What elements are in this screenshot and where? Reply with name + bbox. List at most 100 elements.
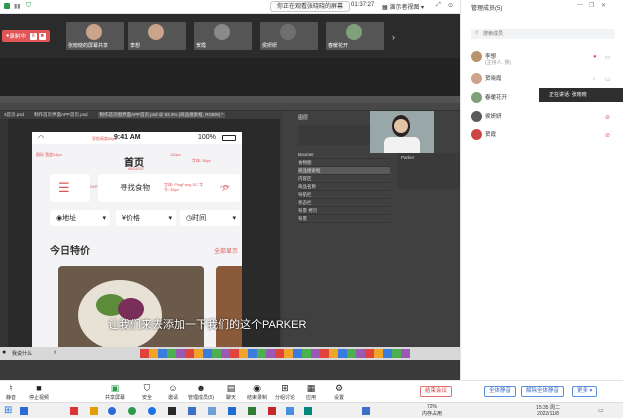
taskbar-app-icon[interactable] [362, 407, 370, 415]
filter-price-dropdown[interactable]: ¥ 价格 ▾ [116, 210, 176, 226]
layer-row[interactable]: 背景 [298, 215, 390, 223]
breakout-rooms-button[interactable]: ⊞ 分组讨论 [272, 383, 298, 401]
layer-row[interactable]: 食物图 [298, 159, 390, 167]
food-card[interactable] [216, 266, 242, 347]
layer-row[interactable]: 导航栏 [298, 191, 390, 199]
video-tile[interactable]: 张晓晓的屏幕共享 [66, 22, 124, 50]
chat-icon: ▤ [226, 383, 236, 393]
taskbar-app-icon[interactable] [168, 407, 176, 415]
video-tile[interactable]: 侯妍妍 [260, 22, 318, 50]
ps-toolbar[interactable] [0, 119, 8, 347]
taskbar-app-icon[interactable] [70, 407, 78, 415]
pause-icon[interactable]: Ⅱ [29, 32, 37, 40]
taskbar-app-icon[interactable] [268, 407, 276, 415]
taskbar-app-icon[interactable] [208, 407, 216, 415]
avatar [471, 92, 482, 103]
avatar [471, 111, 482, 122]
unmute-all-button[interactable]: 解除全体静音 [521, 386, 565, 397]
ps-file-tab[interactable]: 3首页.psd [4, 112, 24, 118]
chat-bubble-icon[interactable]: ● [2, 349, 6, 356]
layer-row[interactable]: 状态栏 [298, 199, 390, 207]
phone-mockup[interactable]: ◠ 9:41 AM 100% 导航高度88px 首页 #5D4037 字体: 3… [32, 132, 242, 347]
stop-icon[interactable]: ■ [38, 32, 46, 40]
security-icon[interactable] [4, 3, 10, 9]
search-input[interactable]: 寻找食物 [120, 182, 150, 193]
system-clock[interactable]: 15:35 周二 2022/11/8 [526, 404, 570, 417]
mic-muted-icon[interactable]: ⊘ [605, 132, 610, 139]
taskbar-app-icon[interactable] [248, 407, 256, 415]
taskbar-app-icon[interactable] [304, 407, 312, 415]
recording-indicator[interactable]: ● 录制中 Ⅱ ■ [2, 30, 50, 42]
sharing-notice[interactable]: 你正在观看张晓晓的屏幕 [270, 1, 351, 12]
presenter-video [370, 111, 434, 153]
settings-button[interactable]: ⚙ 设置 [326, 383, 352, 401]
ps-file-tab[interactable]: 制作首页界面APP首页.psd [34, 112, 88, 118]
search-input[interactable] [483, 30, 603, 38]
filter-button[interactable]: ☰ [50, 174, 90, 202]
participant-row[interactable]: 李想 (主持人, 我) ● ▭ [461, 48, 623, 68]
mute-button[interactable]: ♮ 静音 [0, 383, 24, 401]
show-all-link[interactable]: 全部显示 [214, 246, 238, 255]
layer-row[interactable]: 背景 拷贝 [298, 207, 390, 215]
mic-muted-icon[interactable]: ⊘ [605, 114, 610, 121]
filter-time-dropdown[interactable]: ◷ 时间 ▾ [180, 210, 240, 226]
taskbar-app-icon[interactable] [20, 407, 28, 415]
ps-file-tab-active[interactable]: 制作首页图界面APP首页.psd @ 93.3% (商品搜索框, RGB/8) … [97, 112, 226, 118]
food-card[interactable] [58, 266, 204, 347]
more-button[interactable]: 更多 ▾ [572, 386, 598, 397]
collapse-icon[interactable]: ‹ [54, 349, 56, 356]
taskbar-app-icon[interactable] [148, 407, 156, 415]
chevron-right-icon[interactable]: › [392, 32, 395, 42]
camera-icon[interactable]: ▭ [605, 76, 611, 83]
stop-recording-button[interactable]: ◉ 结束录制 [244, 383, 270, 401]
manage-members-button[interactable]: ☻ 管理成员(5) [186, 383, 216, 401]
record-icon: ◉ [253, 383, 261, 393]
security-button[interactable]: ⛉ 安全 [134, 383, 160, 401]
dock-apps[interactable] [140, 349, 410, 358]
share-screen-button[interactable]: ▣ 共享屏幕 [102, 383, 128, 401]
chevron-down-icon: ▾ [588, 388, 593, 394]
search-bar[interactable]: 寻找食物 字体: PingFang SC 字号: 30px ⌕ [98, 174, 240, 202]
stop-video-button[interactable]: ■ 停止视频 [26, 383, 52, 401]
layer-row[interactable]: 内容区 [298, 175, 390, 183]
battery-label: 100% [198, 134, 216, 141]
apps-button[interactable]: ▦ 应用 [298, 383, 324, 401]
restore-icon[interactable]: ❐ [589, 2, 594, 9]
mic-icon[interactable]: ♮ [593, 76, 595, 83]
video-tile[interactable]: 春暖花开 [326, 22, 384, 50]
invite-button[interactable]: ☺ 邀请 [160, 383, 186, 401]
signal-icon[interactable]: ▮▮ [14, 3, 21, 10]
taskbar-app-icon[interactable] [228, 407, 236, 415]
taskbar-app-icon[interactable] [108, 407, 116, 415]
shield-icon[interactable]: ⛉ [26, 2, 31, 10]
taskbar-app-icon[interactable] [286, 407, 294, 415]
video-tile[interactable]: 李想 [128, 22, 186, 50]
ps-panels: 图层 Bounter 食物图 商品搜索框 内容区 商品名称 导航栏 状态栏 背景… [282, 111, 460, 347]
participant-row[interactable]: 贺晓霞 ♮ ▭ [461, 70, 623, 90]
annotation: 导航高度88px [92, 136, 117, 141]
layers-panel-title: 图层 [298, 115, 309, 121]
close-icon[interactable]: ✕ [601, 2, 606, 9]
layer-row-selected[interactable]: 商品搜索框 [298, 167, 390, 175]
minimize-icon[interactable]: — [577, 2, 583, 8]
mute-all-button[interactable]: 全体静音 [484, 386, 517, 397]
layer-row[interactable]: 商品名称 [298, 183, 390, 191]
view-switch-button[interactable]: ▦ 演示者视图 ▾ [382, 2, 424, 11]
fullscreen-icon[interactable]: ⤢ [436, 2, 441, 9]
taskbar-app-icon[interactable] [188, 407, 196, 415]
camera-icon[interactable]: ▭ [605, 54, 611, 61]
chat-button[interactable]: ▤ 聊天 [218, 383, 244, 401]
search-box[interactable]: ⌕ [471, 29, 615, 39]
notification-icon[interactable]: ▭ [598, 407, 604, 414]
video-tile[interactable]: 贺霞 [194, 22, 252, 50]
windows-start-icon[interactable]: ⊞ [4, 405, 12, 416]
memory-usage[interactable]: 72% 内存占用 [420, 404, 444, 417]
group-icon: ⊞ [281, 383, 289, 393]
participant-row[interactable]: 贺霞 ⊘ [461, 126, 623, 146]
end-meeting-button[interactable]: 结束会议 [420, 386, 453, 397]
participant-row[interactable]: 侯妍妍 ⊘ [461, 108, 623, 128]
filter-address-dropdown[interactable]: ◉ 地址 ▾ [50, 210, 110, 226]
pin-icon[interactable]: ⊙ [448, 2, 453, 9]
taskbar-app-icon[interactable] [90, 407, 98, 415]
taskbar-app-icon[interactable] [128, 407, 136, 415]
